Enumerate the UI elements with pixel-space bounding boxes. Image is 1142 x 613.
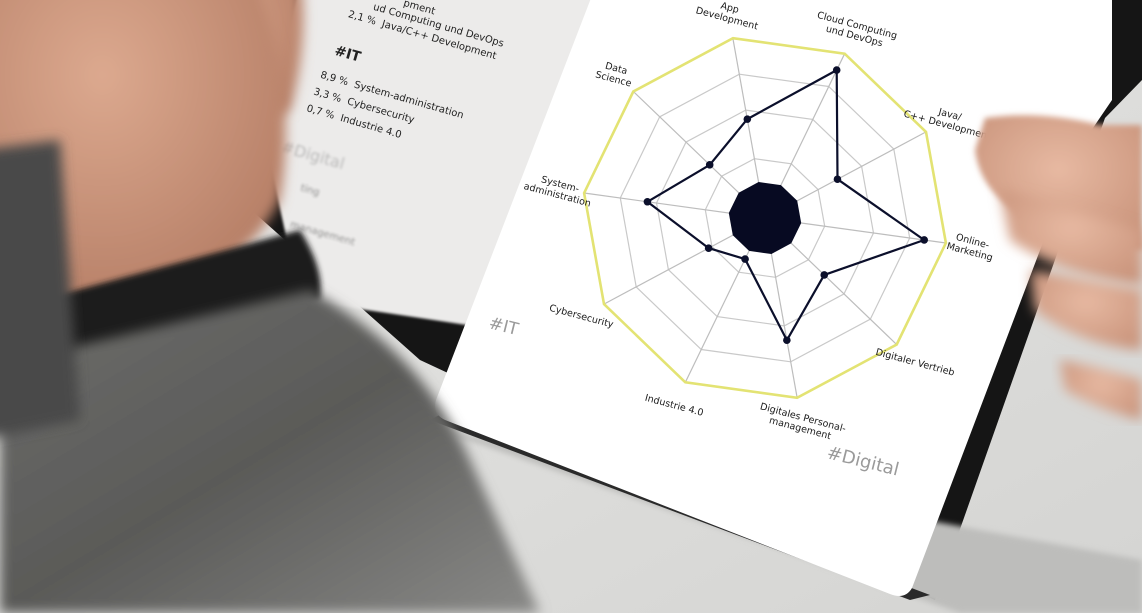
radar-data-point	[643, 197, 652, 206]
radar-data-point	[820, 271, 829, 279]
radar-data-point	[920, 236, 928, 244]
radar-data-point	[833, 175, 842, 184]
radar-data-point	[704, 244, 713, 252]
photo-scene: pment ud Computing und DevOps 2,1 % Java…	[0, 0, 1142, 613]
radar-data-point	[783, 336, 791, 345]
radar-data-point	[705, 161, 714, 169]
radar-data-point	[741, 255, 749, 263]
radar-data-point	[832, 66, 841, 74]
radar-data-point	[743, 115, 752, 123]
scene-svg: pment ud Computing und DevOps 2,1 % Java…	[0, 0, 1142, 613]
